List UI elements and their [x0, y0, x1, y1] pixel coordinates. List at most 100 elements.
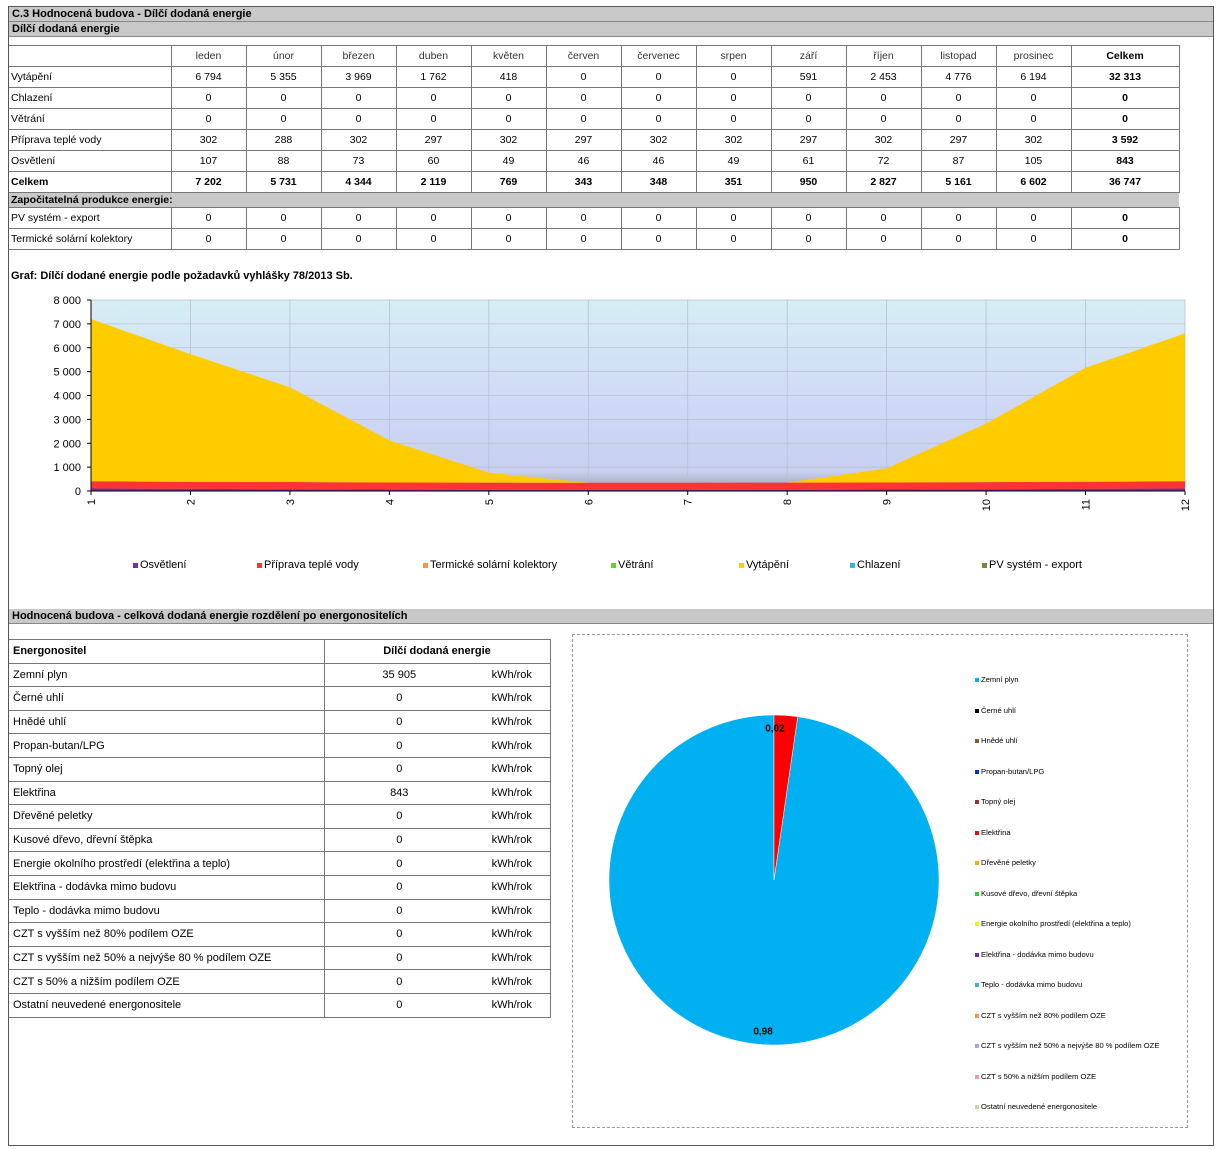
section-title: C.3 Hodnocená budova - Dílčí dodaná ener… [9, 7, 1213, 22]
cell-value: 418 [470, 66, 547, 88]
legend-swatch [982, 562, 987, 568]
cell-value: 73 [320, 150, 397, 172]
cell-value: 6 602 [995, 171, 1072, 193]
pie-legend-item: CZT s 50% a nižším podílem OZE [975, 1072, 1159, 1103]
pie-legend-item: CZT s vyšším než 80% podílem OZE [975, 1011, 1159, 1042]
energy-header-row: Energonositel Dílčí dodaná energie [9, 639, 551, 664]
legend-swatch [975, 983, 979, 987]
legend-swatch [975, 1074, 979, 1079]
cell-value: 343 [545, 171, 622, 193]
energy-carrier-label: CZT s 50% a nižším podílem OZE [9, 969, 325, 994]
cell-value: 0 [170, 108, 247, 130]
cell-value: 297 [920, 129, 997, 151]
energy-unit: kWh/rok [474, 662, 551, 688]
row-label: Osvětlení [9, 150, 172, 172]
legend-swatch [611, 562, 616, 568]
pie-legend-label: Černé uhlí [981, 705, 1017, 715]
cell-value: 1 762 [395, 66, 472, 88]
energy-row: CZT s vyšším než 50% a nejvýše 80 % podí… [9, 945, 551, 971]
row-label: Větrání [9, 108, 172, 130]
legend-label: Chlazení [857, 559, 901, 571]
pie-legend-label: Elektřina - dodávka mimo budovu [981, 949, 1094, 959]
cell-value: 0 [845, 228, 922, 250]
y-tick-label: 7 000 [53, 319, 81, 331]
energy-carrier-label: Zemní plyn [9, 662, 325, 688]
y-tick-label: 4 000 [53, 391, 81, 403]
legend-swatch [975, 678, 979, 682]
row-label: Termické solární kolektory [9, 228, 172, 250]
subsection-title: Dílčí dodaná energie [9, 22, 1213, 37]
energy-row: Propan-butan/LPG 0 kWh/rok [9, 733, 551, 758]
cell-value: 46 [545, 150, 622, 172]
energy-carrier-table: Energonositel Dílčí dodaná energie Zemní… [9, 639, 551, 1018]
cell-value: 591 [770, 66, 847, 88]
legend-swatch [975, 1044, 979, 1048]
energy-unit: kWh/rok [474, 969, 551, 994]
month-header: listopad [920, 45, 997, 67]
cell-value: 297 [395, 129, 472, 151]
row-total: 843 [1070, 150, 1180, 172]
x-tick-label: 4 [384, 499, 396, 505]
row-label: Vytápění [9, 66, 172, 88]
energy-value: 0 [323, 733, 474, 758]
energy-row: Elektřina - dodávka mimo budovu 0 kWh/rok [9, 874, 551, 900]
cell-value: 0 [695, 66, 772, 88]
x-tick-label: 2 [185, 499, 197, 505]
y-tick-label: 1 000 [53, 462, 81, 474]
cell-value: 0 [320, 87, 397, 109]
cell-value: 0 [245, 207, 322, 229]
cell-value: 61 [770, 150, 847, 172]
total-header: Celkem [1070, 45, 1180, 67]
cell-value: 0 [170, 207, 247, 229]
cell-value: 0 [695, 207, 772, 229]
pie-legend-item: Černé uhlí [975, 706, 1159, 737]
cell-value: 0 [470, 87, 547, 109]
row-label: Celkem [9, 171, 172, 193]
cell-value: 46 [620, 150, 697, 172]
energy-row: Energie okolního prostředí (elektřina a … [9, 851, 551, 876]
legend-item: Chlazení [850, 559, 900, 571]
legend-swatch [423, 562, 428, 568]
pie-legend-item: Elektřina [975, 828, 1159, 859]
cell-value: 3 969 [320, 66, 397, 88]
row-total: 0 [1070, 108, 1180, 130]
cell-value: 0 [920, 87, 997, 109]
table-row: Chlazení 0 0 0 0 0 0 0 0 0 0 0 0 0 [9, 87, 1180, 109]
energy-unit: kWh/rok [474, 686, 551, 711]
month-header: březen [320, 45, 397, 67]
row-total: 0 [1070, 228, 1180, 250]
pie-legend-item: Hnědé uhlí [975, 736, 1159, 767]
legend-swatch [975, 800, 979, 804]
cell-value: 0 [320, 228, 397, 250]
report-page: C.3 Hodnocená budova - Dílčí dodaná ener… [8, 6, 1214, 1146]
pie-legend-label: Elektřina [981, 827, 1011, 837]
row-label: Chlazení [9, 87, 172, 109]
row-total: 36 747 [1070, 171, 1180, 193]
legend-item: Příprava teplé vody [257, 559, 359, 571]
cell-value: 87 [920, 150, 997, 172]
pie-legend-item: Ostatní neuvedené energonositele [975, 1102, 1159, 1133]
cell-value: 348 [620, 171, 697, 193]
cell-value: 0 [845, 207, 922, 229]
month-header: říjen [845, 45, 922, 67]
y-tick-label: 8 000 [53, 295, 81, 307]
energy-carrier-label: Elektřina - dodávka mimo budovu [9, 874, 325, 900]
x-tick-label: 12 [1180, 499, 1192, 511]
energy-carrier-label: Topný olej [9, 756, 325, 782]
area-chart: 0 1 000 2 000 3 000 4 000 5 000 6 000 7 000 8 00… [53, 295, 1192, 511]
cell-value: 2 827 [845, 171, 922, 193]
energy-value: 0 [323, 827, 474, 853]
cell-value: 0 [395, 228, 472, 250]
legend-label: Vytápění [746, 559, 790, 571]
cell-value: 49 [695, 150, 772, 172]
legend-label: PV systém - export [989, 559, 1082, 571]
legend-item: Vytápění [739, 559, 789, 571]
energy-value: 0 [323, 898, 474, 924]
cell-value: 351 [695, 171, 772, 193]
cell-value: 49 [470, 150, 547, 172]
legend-label: Osvětlení [140, 559, 187, 571]
energy-value: 0 [323, 851, 474, 876]
cell-value: 105 [995, 150, 1072, 172]
x-tick-label: 11 [1081, 499, 1093, 510]
pie-legend-label: Energie okolního prostředí (elektřina a … [981, 919, 1131, 928]
